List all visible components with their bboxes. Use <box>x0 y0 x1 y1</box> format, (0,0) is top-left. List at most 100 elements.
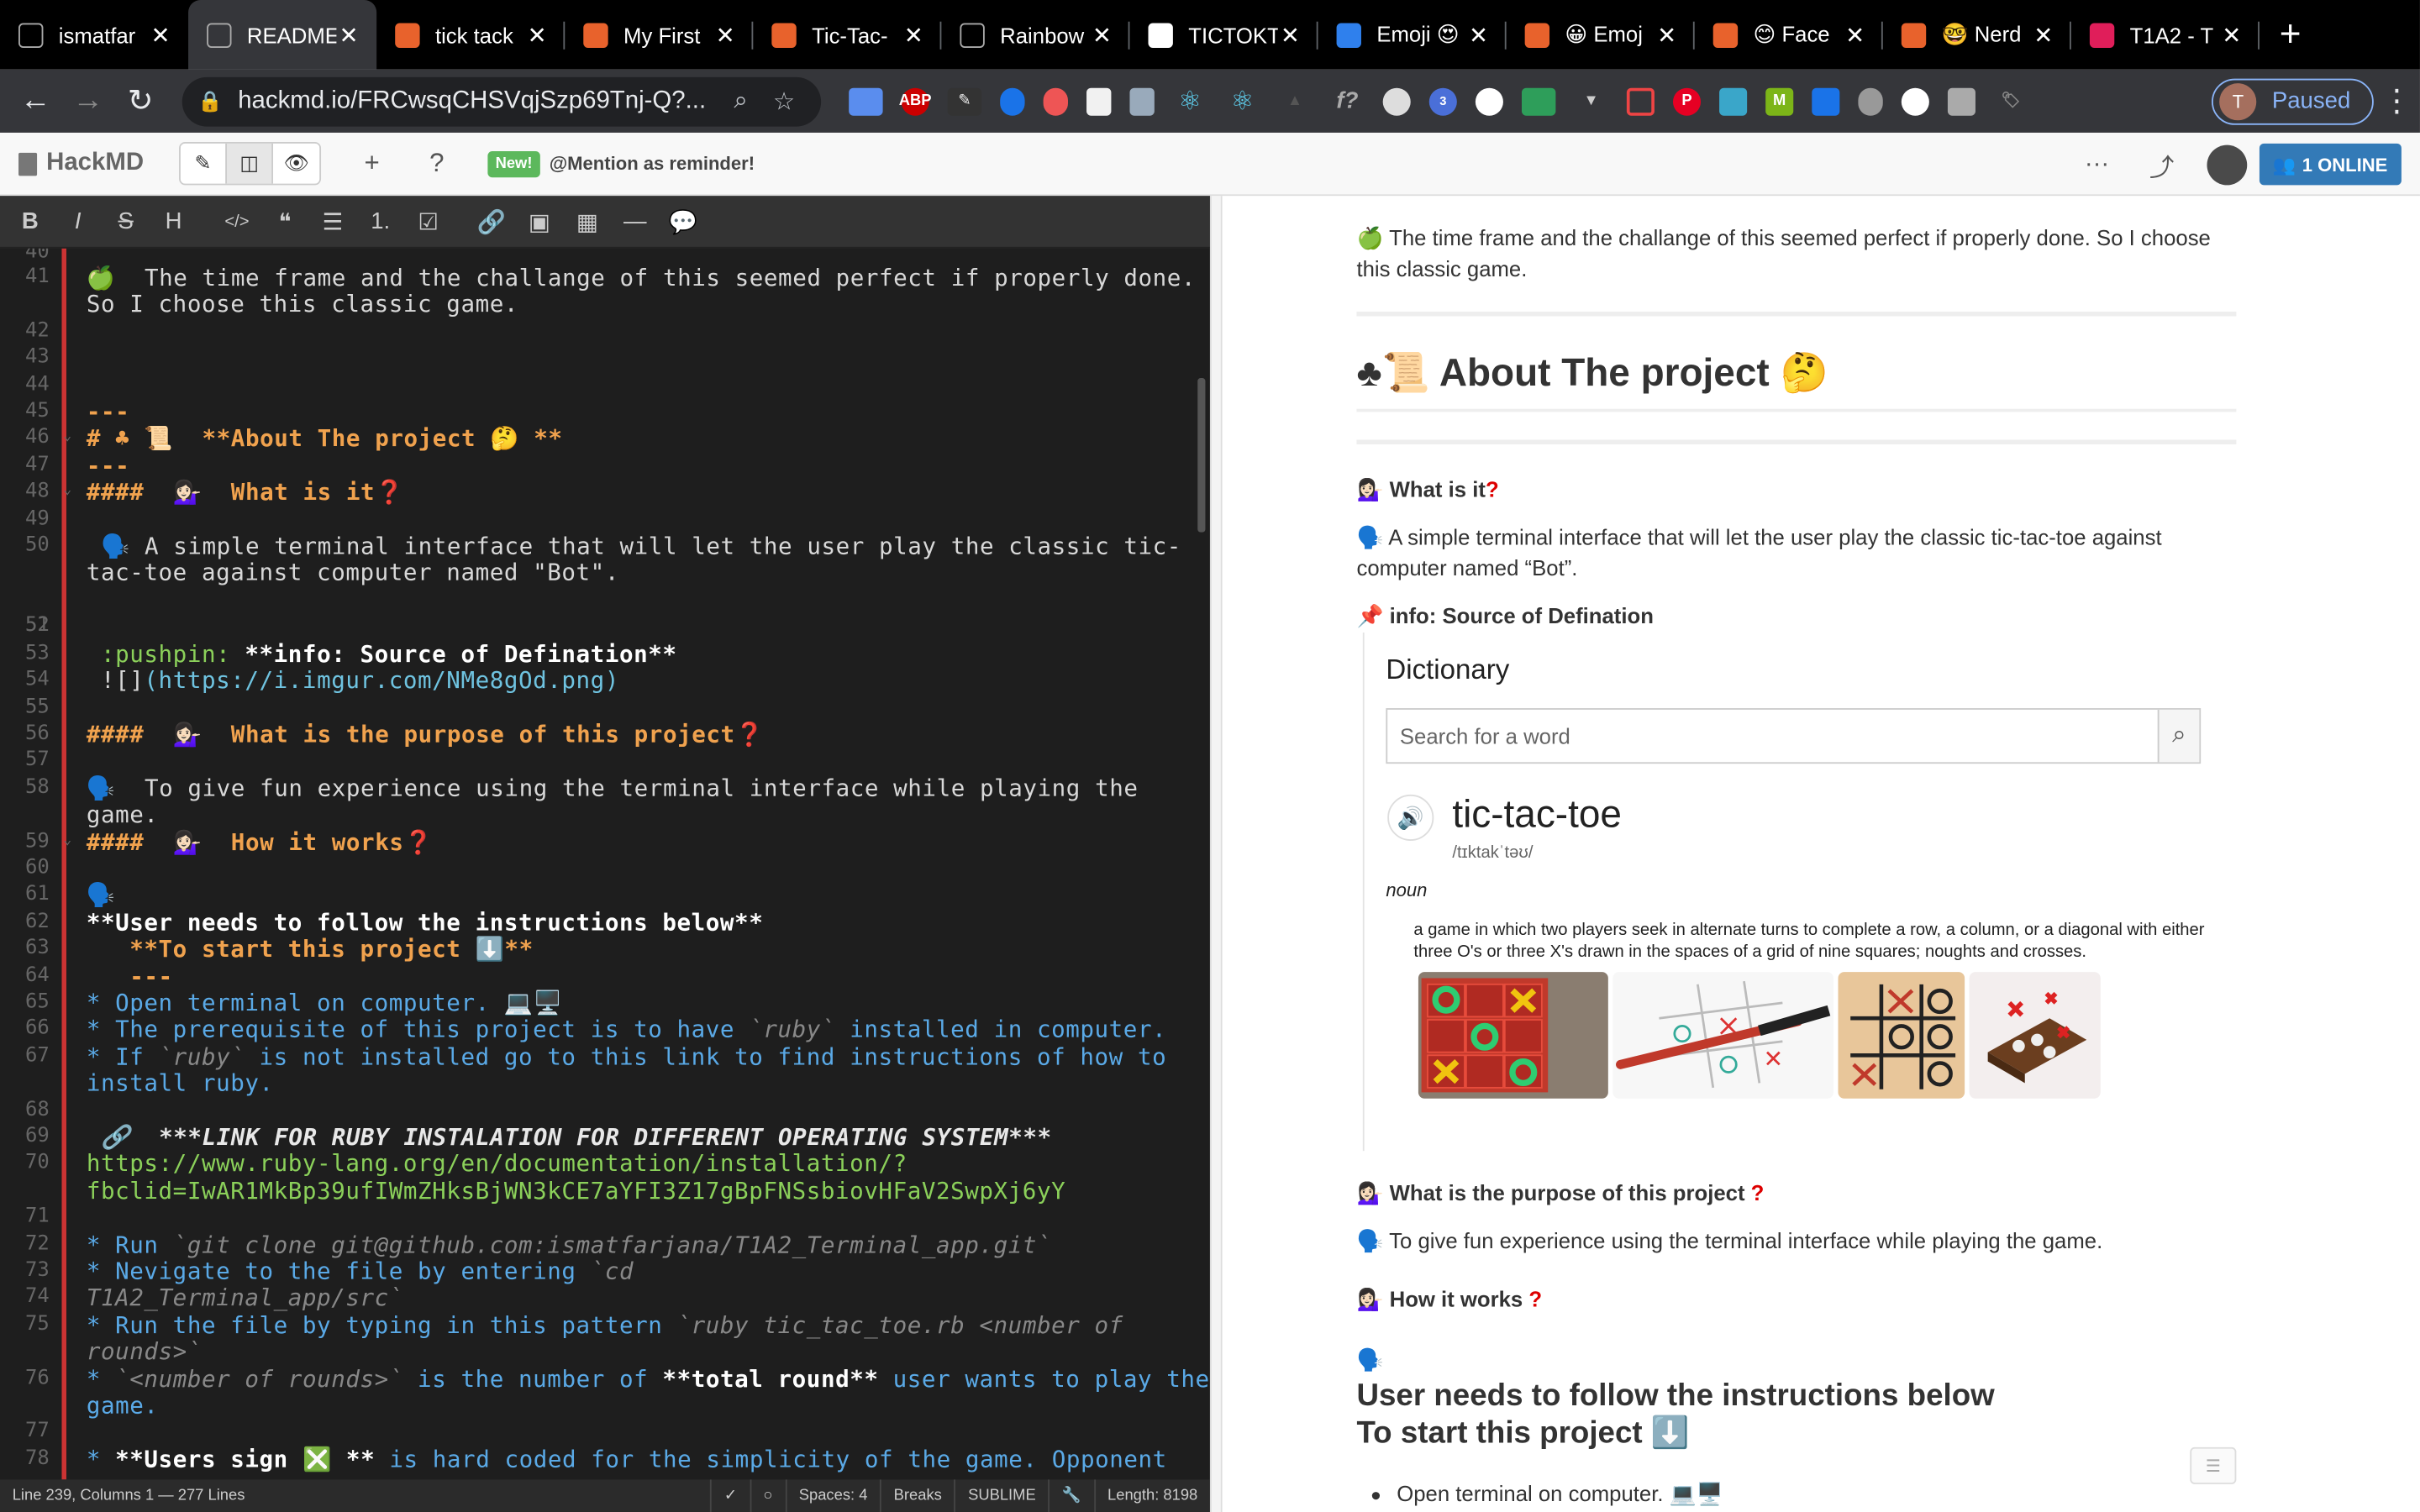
close-tab-icon[interactable]: ✕ <box>2031 21 2055 49</box>
browser-tab[interactable]: Rainbow ✕ <box>941 0 1130 70</box>
code-token: 🔗 ***LINK FOR RUBY INSTALATION FOR DIFFE… <box>86 1123 1052 1152</box>
help-button[interactable]: ? <box>404 148 469 179</box>
strikethrough-icon[interactable]: S <box>102 208 150 234</box>
profile-status: Paused <box>2271 87 2351 114</box>
reload-icon[interactable]: ↻ <box>114 81 166 120</box>
browser-tab[interactable]: TICTOKT ✕ <box>1129 0 1318 70</box>
address-bar[interactable]: 🔒 hackmd.io/FRCwsqCHSVqjSzp69Tnj-Q?... ⌕… <box>182 76 822 126</box>
extension-icon[interactable] <box>1000 87 1025 115</box>
extension-icon[interactable] <box>1626 87 1655 115</box>
pinterest-icon[interactable]: P <box>1672 87 1702 115</box>
extension-icon[interactable]: 3 <box>1428 87 1457 115</box>
link-icon[interactable]: 🔗 <box>468 207 516 235</box>
checklist-icon[interactable]: ☑ <box>404 207 452 235</box>
forward-icon[interactable]: → <box>61 83 113 118</box>
code-token: **User needs to follow the instructions … <box>86 908 764 937</box>
unordered-list-icon[interactable]: ☰ <box>308 207 356 235</box>
code-line: * `<number of rounds>` is the number of … <box>87 1365 1210 1393</box>
italic-icon[interactable]: I <box>54 208 102 234</box>
heading-icon[interactable]: H <box>150 208 197 234</box>
indent-setting[interactable]: Spaces: 4 <box>785 1479 880 1512</box>
fold-toggle-icon[interactable]: ⌄ <box>63 483 71 498</box>
extension-icon[interactable]: M <box>1765 87 1794 115</box>
quote-icon[interactable]: ❝ <box>260 207 308 235</box>
github-icon <box>960 22 985 48</box>
close-tab-icon[interactable]: ✕ <box>713 21 738 49</box>
extension-icon[interactable] <box>849 87 883 115</box>
browser-tab[interactable]: 🤓 Nerd ✕ <box>1883 0 2071 70</box>
browser-tab[interactable]: ismatfar ✕ <box>0 0 188 70</box>
mention-tip[interactable]: @Mention as reminder! <box>550 153 755 175</box>
extension-icon[interactable] <box>1475 87 1503 115</box>
close-tab-icon[interactable]: ✕ <box>1843 21 1867 49</box>
extension-icon[interactable] <box>1521 87 1556 115</box>
line-breaks-setting[interactable]: Breaks <box>880 1479 954 1512</box>
close-tab-icon[interactable]: ✕ <box>1090 21 1114 49</box>
editor-scrollbar[interactable] <box>1197 377 1206 533</box>
extension-icon[interactable] <box>1719 87 1748 115</box>
close-tab-icon[interactable]: ✕ <box>148 21 172 49</box>
new-note-button[interactable]: + <box>339 148 404 179</box>
tag-icon[interactable]: 🏷 <box>1994 87 2028 115</box>
view-mode-button[interactable]: 👁 <box>273 143 320 184</box>
react-icon[interactable]: ⚛ <box>1225 86 1259 115</box>
toc-button[interactable]: ☰ <box>2190 1446 2237 1484</box>
adblock-icon[interactable]: ABP <box>899 87 932 115</box>
function-icon[interactable]: f? <box>1330 87 1364 115</box>
browser-tab[interactable]: T1A2 - T ✕ <box>2071 0 2260 70</box>
browser-tab[interactable]: Emoji 😍 ✕ <box>1318 0 1507 70</box>
edit-mode-button[interactable]: ✎ <box>180 143 227 184</box>
extension-icon[interactable] <box>1382 87 1411 115</box>
bold-icon[interactable]: B <box>6 208 54 234</box>
close-tab-icon[interactable]: ✕ <box>1655 21 1679 49</box>
browser-tab[interactable]: README ✕ <box>188 0 377 70</box>
hackmd-logo[interactable]: HackMD <box>18 150 179 177</box>
browser-tab[interactable]: tick tack ✕ <box>376 0 566 70</box>
ordered-list-icon[interactable]: 1. <box>356 208 404 234</box>
browser-menu-icon[interactable]: ⋮ <box>2374 81 2420 120</box>
extension-icon[interactable] <box>1043 87 1068 115</box>
horizontal-rule-icon[interactable]: — <box>611 208 659 234</box>
code-token: # ♣ 📜 **About The project 🤔 ** <box>86 424 563 453</box>
extension-icon[interactable] <box>1901 87 1929 115</box>
share-icon[interactable]: ⤴ <box>2129 146 2194 183</box>
extension-icon[interactable] <box>1812 87 1840 115</box>
keymap-setting[interactable]: SUBLIME <box>954 1479 1049 1512</box>
new-tab-icon[interactable]: + <box>2260 0 2321 70</box>
online-users-button[interactable]: 👥 1 ONLINE <box>2259 143 2402 186</box>
user-avatar[interactable] <box>2206 144 2247 185</box>
image-icon[interactable]: ▣ <box>515 207 563 235</box>
split-mode-button[interactable]: ◫ <box>226 143 274 184</box>
profile-button[interactable]: T Paused <box>2212 77 2374 124</box>
browser-tab[interactable]: 😊 Face ✕ <box>1695 0 1883 70</box>
close-tab-icon[interactable]: ✕ <box>2219 21 2244 49</box>
more-icon[interactable]: ··· <box>2065 150 2129 178</box>
browser-tab[interactable]: My First ✕ <box>565 0 754 70</box>
extension-icon[interactable]: ▲ <box>1278 87 1312 115</box>
back-icon[interactable]: ← <box>9 83 61 118</box>
fold-toggle-icon[interactable]: ⌄ <box>63 833 71 848</box>
pane-divider[interactable] <box>1209 196 1223 1512</box>
close-tab-icon[interactable]: ✕ <box>336 21 360 49</box>
close-tab-icon[interactable]: ✕ <box>902 21 926 49</box>
pen-extension-icon[interactable]: ✎ <box>947 87 982 115</box>
extension-icon[interactable] <box>1947 87 1975 115</box>
vue-icon[interactable]: ▼ <box>1574 87 1607 115</box>
table-icon[interactable]: ▦ <box>563 207 611 235</box>
browser-tab[interactable]: 😀 Emoj ✕ <box>1507 0 1695 70</box>
close-tab-icon[interactable]: ✕ <box>1278 21 1302 49</box>
extension-icon[interactable] <box>1086 87 1112 115</box>
close-tab-icon[interactable]: ✕ <box>524 21 549 49</box>
extension-icon[interactable] <box>1858 87 1883 115</box>
code-area[interactable]: 40 41 🍏 The time frame and the challange o… <box>0 248 1210 1480</box>
star-icon[interactable]: ☆ <box>762 86 805 117</box>
search-icon[interactable]: ⌕ <box>719 87 762 115</box>
fold-toggle-icon[interactable]: ⌄ <box>63 429 71 444</box>
comment-icon[interactable]: 💬 <box>659 207 707 235</box>
close-tab-icon[interactable]: ✕ <box>1466 21 1491 49</box>
extension-icon[interactable] <box>1129 87 1155 115</box>
code-icon[interactable]: </> <box>213 213 260 231</box>
wrench-icon[interactable]: 🔧 <box>1048 1479 1093 1512</box>
browser-tab[interactable]: Tic-Tac- ✕ <box>753 0 942 70</box>
react-icon[interactable]: ⚛ <box>1173 86 1207 115</box>
